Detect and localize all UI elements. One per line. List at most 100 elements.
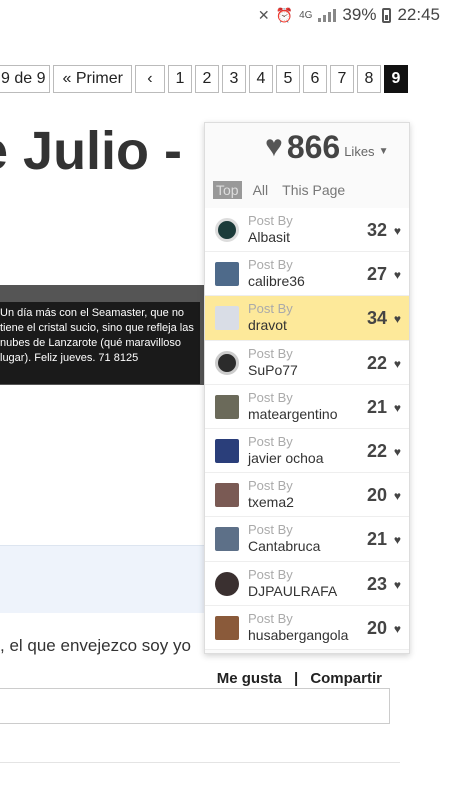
username[interactable]: Cantabruca <box>248 538 320 554</box>
list-item[interactable]: Post By Albasit 32 ♥ <box>205 208 409 253</box>
list-item[interactable]: Post By Cantabruca 21 ♥ <box>205 517 409 562</box>
like-score: 22 <box>366 352 387 373</box>
heart-icon: ♥ <box>393 444 401 459</box>
like-score: 23 <box>366 573 387 594</box>
post-by-label: Post By <box>248 610 293 626</box>
avatar <box>215 527 239 552</box>
network-type: 4G <box>299 9 313 21</box>
list-item[interactable]: Post By txema2 20 ♥ <box>205 473 409 518</box>
battery-icon <box>382 7 392 23</box>
like-link[interactable]: Me gusta <box>217 670 282 687</box>
comment-input[interactable] <box>0 688 390 724</box>
chevron-down-icon: ▼ <box>378 145 389 157</box>
pagination: 9 de 9 « Primer ‹ 1 2 3 4 5 6 7 8 9 <box>0 65 408 93</box>
likes-header[interactable]: ♥ 866 Likes ▼ <box>257 123 411 171</box>
current-page[interactable]: 9 <box>383 65 408 93</box>
avatar <box>215 615 239 640</box>
post-by-label: Post By <box>248 522 293 538</box>
username[interactable]: javier ochoa <box>248 450 324 466</box>
status-icons: ✕ ⏰ 4G 39% 22:45 <box>258 5 440 25</box>
heart-icon: ♥ <box>393 356 401 371</box>
battery-percent: 39% <box>342 5 377 24</box>
list-item[interactable]: Post By dravot 34 ♥ <box>205 296 409 341</box>
post-by-label: Post By <box>248 213 293 228</box>
avatar <box>215 483 239 508</box>
heart-icon: ♥ <box>393 268 401 283</box>
heart-icon: ♥ <box>393 312 401 327</box>
post-by-label: Post By <box>248 301 293 317</box>
username[interactable]: SuPo77 <box>248 362 298 378</box>
like-score: 22 <box>366 440 387 461</box>
thread-title: e Julio - <box>0 121 183 181</box>
clock: 22:45 <box>397 5 440 24</box>
list-item[interactable]: Post By SuPo77 22 ♥ <box>205 340 409 385</box>
list-item[interactable]: Post By mateargentino 21 ♥ <box>205 384 409 429</box>
username[interactable]: calibre36 <box>248 273 305 289</box>
post-by-label: Post By <box>248 478 293 494</box>
avatar <box>215 394 239 419</box>
tab-top[interactable]: Top <box>213 181 242 199</box>
avatar <box>215 350 239 375</box>
post-footer-band <box>0 545 215 613</box>
heart-icon: ♥ <box>393 533 401 548</box>
username[interactable]: dravot <box>248 317 287 333</box>
page-link[interactable]: 3 <box>221 65 246 93</box>
likes-count: 866 <box>286 128 341 165</box>
prev-page-button[interactable]: ‹ <box>134 65 165 93</box>
like-score: 21 <box>366 396 387 417</box>
avatar <box>215 262 239 287</box>
post-by-label: Post By <box>248 345 293 361</box>
list-item[interactable]: Post By calibre36 27 ♥ <box>205 252 409 297</box>
tab-this-page[interactable]: This Page <box>279 181 348 199</box>
username[interactable]: txema2 <box>248 494 294 510</box>
page-position: 9 de 9 <box>0 65 51 93</box>
mute-icon: ✕ <box>257 6 270 23</box>
avatar <box>215 571 239 596</box>
heart-icon: ♥ <box>393 489 401 504</box>
username[interactable]: husabergangola <box>248 627 348 643</box>
like-score: 32 <box>366 220 387 240</box>
like-score: 21 <box>366 529 387 550</box>
avatar <box>215 218 239 242</box>
avatar <box>215 306 239 331</box>
page-link[interactable]: 2 <box>194 65 219 93</box>
heart-icon: ♥ <box>393 577 401 592</box>
first-page-button[interactable]: « Primer <box>53 65 132 93</box>
likes-dropdown: ♥ 866 Likes ▼ Top All This Page Post By … <box>204 122 410 654</box>
page-link[interactable]: 8 <box>356 65 381 93</box>
likes-label: Likes <box>344 143 375 159</box>
like-score: 20 <box>366 617 387 638</box>
status-bar: ✕ ⏰ 4G 39% 22:45 <box>0 0 450 31</box>
post-by-label: Post By <box>248 433 293 449</box>
username[interactable]: DJPAULRAFA <box>248 583 337 599</box>
page-link[interactable]: 5 <box>275 65 300 93</box>
post-by-label: Post By <box>248 389 293 405</box>
likes-tabs: Top All This Page <box>213 181 348 199</box>
page-link[interactable]: 1 <box>167 65 192 93</box>
heart-icon: ♥ <box>265 130 283 163</box>
like-score: 34 <box>366 308 387 329</box>
like-score: 27 <box>366 264 387 285</box>
likes-list: Post By Albasit 32 ♥ Post By calibre36 2… <box>205 208 409 650</box>
post-text: , el que envejezco soy yo <box>0 636 191 655</box>
post-by-label: Post By <box>248 566 293 582</box>
tab-all[interactable]: All <box>250 181 272 199</box>
like-score: 20 <box>366 485 387 506</box>
list-item[interactable]: Post By husabergangola 20 ♥ <box>205 605 409 650</box>
alarm-icon: ⏰ <box>275 6 294 23</box>
post-by-label: Post By <box>248 257 293 273</box>
page-link[interactable]: 7 <box>329 65 354 93</box>
username[interactable]: mateargentino <box>248 406 338 422</box>
list-item[interactable]: Post By javier ochoa 22 ♥ <box>205 428 409 474</box>
username[interactable]: Albasit <box>248 229 290 245</box>
page-link[interactable]: 6 <box>302 65 327 93</box>
page-link[interactable]: 4 <box>248 65 273 93</box>
signal-icon <box>318 8 337 22</box>
heart-icon: ♥ <box>393 224 401 238</box>
share-link[interactable]: Compartir <box>310 670 382 687</box>
avatar <box>215 438 239 463</box>
list-item[interactable]: Post By DJPAULRAFA 23 ♥ <box>205 561 409 606</box>
image-caption: Un día más con el Seamaster, que no tien… <box>0 302 200 384</box>
heart-icon: ♥ <box>393 400 401 415</box>
heart-icon: ♥ <box>393 621 401 636</box>
